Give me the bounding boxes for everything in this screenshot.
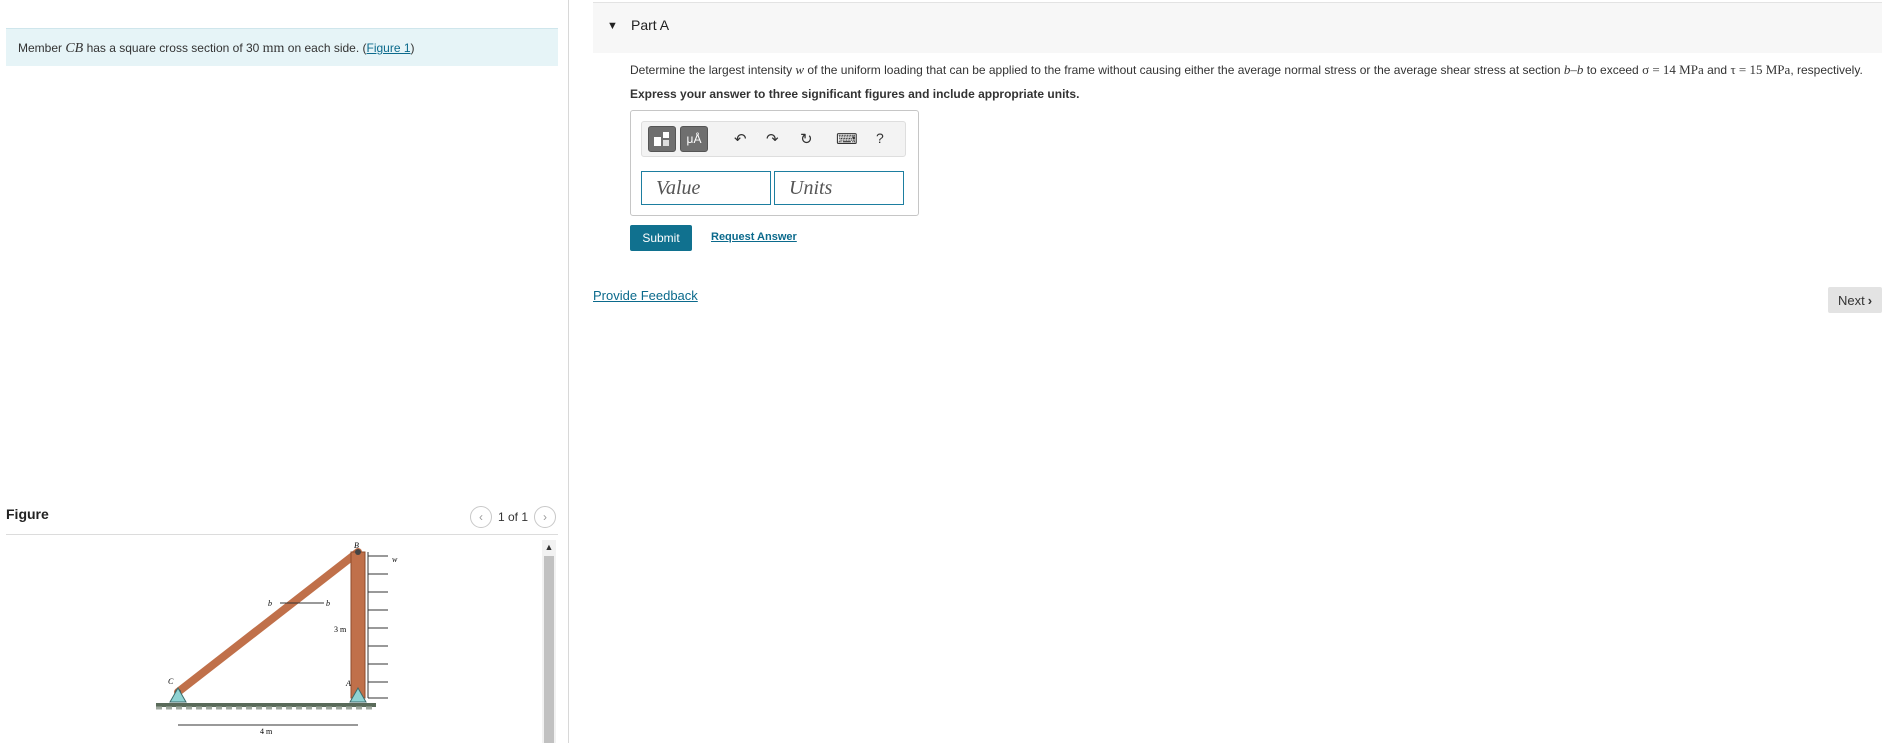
figure-header: Figure ‹ 1 of 1 › xyxy=(6,500,558,535)
figure-scrollbar[interactable]: ▲ xyxy=(542,540,556,743)
units-button-label: μÅ xyxy=(686,132,702,146)
provide-feedback-link[interactable]: Provide Feedback xyxy=(593,288,698,303)
scroll-up-arrow-icon[interactable]: ▲ xyxy=(542,540,556,554)
problem-statement: Member CB has a square cross section of … xyxy=(6,28,558,66)
figure-title: Figure xyxy=(6,506,49,522)
question-text: Determine the largest intensity w of the… xyxy=(630,62,1863,78)
intro-prefix: Member xyxy=(18,41,66,55)
intro-suffix: on each side. ( xyxy=(284,41,367,55)
sigma-value: σ = 14 MPa xyxy=(1642,62,1704,77)
next-button-label: Next xyxy=(1837,292,1865,308)
scroll-thumb[interactable] xyxy=(544,556,554,743)
value-input[interactable] xyxy=(641,171,771,205)
chevron-right-icon: › xyxy=(543,510,547,524)
keyboard-icon[interactable]: ⌨ xyxy=(836,130,858,148)
intro-close: ) xyxy=(410,41,415,55)
label-w: w xyxy=(392,555,398,564)
math-toolbar: μÅ ↶ ↷ ↻ ⌨ ? xyxy=(641,121,906,157)
member-ab xyxy=(350,551,366,699)
templates-icon xyxy=(654,132,669,146)
request-answer-link[interactable]: Request Answer xyxy=(711,231,797,243)
figure-link[interactable]: Figure 1 xyxy=(367,41,411,55)
answer-instructions: Express your answer to three significant… xyxy=(630,87,1080,101)
units-input[interactable] xyxy=(774,171,904,205)
part-a-header[interactable]: ▼ Part A xyxy=(593,2,1882,53)
q-part-4: and xyxy=(1703,63,1731,77)
load-arrows xyxy=(368,555,388,699)
next-button[interactable]: Next › xyxy=(1828,287,1882,313)
q-part-2: of the uniform loading that can be appli… xyxy=(804,63,1564,77)
submit-button[interactable]: Submit xyxy=(630,225,692,251)
collapse-caret-icon[interactable]: ▼ xyxy=(607,20,618,32)
intro-middle: has a square cross section of 30 xyxy=(83,41,263,55)
redo-icon[interactable]: ↷ xyxy=(766,130,779,148)
tau-value: τ = 15 MPa xyxy=(1730,62,1791,77)
chevron-right-icon: › xyxy=(1867,292,1873,308)
right-pane: ▼ Part A Determine the largest intensity… xyxy=(569,0,1882,743)
templates-button[interactable] xyxy=(648,126,676,152)
left-pane: Member CB has a square cross section of … xyxy=(0,0,568,743)
chevron-left-icon: ‹ xyxy=(478,510,483,524)
label-c-point: C xyxy=(168,677,174,686)
label-a-point: A xyxy=(345,679,351,688)
q-part-5: , respectively. xyxy=(1790,63,1863,77)
label-width: 4 m xyxy=(260,727,273,736)
pager-text: 1 of 1 xyxy=(497,510,528,524)
figure-image: B w b b 3 m C A 4 m xyxy=(6,540,558,743)
answer-box: μÅ ↶ ↷ ↻ ⌨ ? xyxy=(630,110,919,216)
figure-pager: ‹ 1 of 1 › xyxy=(469,506,556,528)
undo-icon[interactable]: ↶ xyxy=(734,130,747,148)
label-height: 3 m xyxy=(334,625,347,634)
prev-figure-button[interactable]: ‹ xyxy=(469,506,492,528)
section-symbol: b–b xyxy=(1563,62,1584,77)
label-b-point: B xyxy=(354,541,359,550)
member-symbol: CB xyxy=(65,41,84,56)
label-section-b1: b xyxy=(268,599,272,608)
units-button[interactable]: μÅ xyxy=(680,126,708,152)
label-section-b2: b xyxy=(326,599,330,608)
w-symbol: w xyxy=(795,62,805,77)
next-figure-button[interactable]: › xyxy=(534,506,556,528)
member-cb xyxy=(174,548,362,696)
part-title: Part A xyxy=(631,17,670,33)
q-part-3: to exceed xyxy=(1583,63,1643,77)
help-icon[interactable]: ? xyxy=(876,130,884,146)
q-part-1: Determine the largest intensity xyxy=(630,63,796,77)
answer-input-row xyxy=(641,171,904,205)
unit-mm: mm xyxy=(262,41,285,56)
reset-icon[interactable]: ↻ xyxy=(800,130,813,148)
frame-diagram: B w b b 3 m C A 4 m xyxy=(156,541,398,736)
